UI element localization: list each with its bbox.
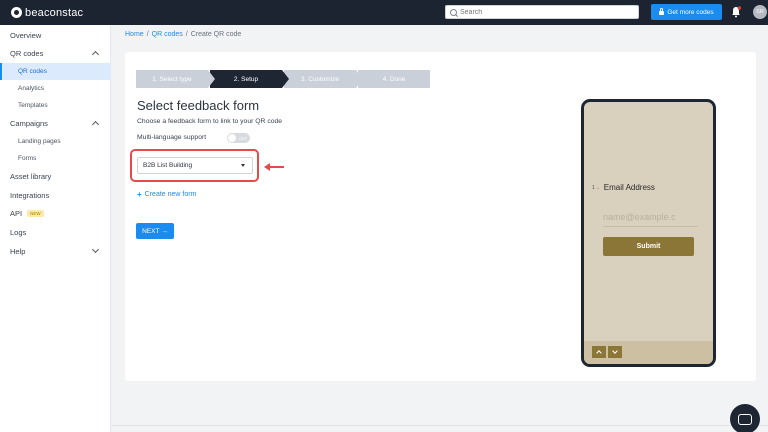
breadcrumb: Home / QR codes / Create QR code xyxy=(125,31,241,38)
next-question-button[interactable] xyxy=(608,346,622,358)
sidebar-item-label: Campaigns xyxy=(10,119,48,128)
toggle-knob xyxy=(228,134,236,142)
create-new-form-link[interactable]: + Create new form xyxy=(137,190,196,199)
top-bar: beaconstac Get more codes SR xyxy=(0,0,768,25)
chevron-down-icon xyxy=(91,245,100,254)
get-more-codes-button[interactable]: Get more codes xyxy=(651,4,722,20)
question-number: 1→ xyxy=(592,184,600,191)
sidebar-item-qr-codes[interactable]: QR codes xyxy=(0,45,111,62)
plus-icon: + xyxy=(137,190,142,199)
wizard-stepper: 1. Select type 2. Setup 3. Customize 4. … xyxy=(136,70,430,88)
sidebar-item-help[interactable]: Help xyxy=(0,243,111,260)
search-box[interactable] xyxy=(445,5,639,19)
search-icon xyxy=(450,8,457,16)
sidebar-subitem-qr-codes[interactable]: QR codes xyxy=(0,63,111,80)
step-select-type[interactable]: 1. Select type xyxy=(136,70,215,88)
breadcrumb-separator: / xyxy=(185,31,188,38)
chat-icon xyxy=(738,413,752,425)
bell-icon[interactable] xyxy=(731,6,741,18)
sidebar-item-api[interactable]: API NEW xyxy=(0,205,111,222)
brand-name: beaconstac xyxy=(25,6,84,19)
lock-icon xyxy=(659,8,665,15)
multi-language-label: Multi-language support xyxy=(137,134,207,141)
question-label: 1→ Email Address xyxy=(592,183,655,192)
page-title: Select feedback form xyxy=(137,98,260,113)
chevron-up-icon xyxy=(596,350,602,356)
new-badge: NEW xyxy=(27,210,44,217)
divider xyxy=(112,425,768,426)
sidebar-item-overview[interactable]: Overview xyxy=(0,27,111,44)
phone-preview: 1→ Email Address Submit xyxy=(581,99,716,367)
sidebar-subitem-landing-pages[interactable]: Landing pages xyxy=(0,133,111,150)
sidebar-item-campaigns[interactable]: Campaigns xyxy=(0,115,111,132)
prev-question-button[interactable] xyxy=(592,346,606,358)
next-label: NEXT xyxy=(142,227,160,235)
breadcrumb-separator: / xyxy=(146,31,149,38)
email-field[interactable] xyxy=(603,207,698,227)
toggle-state-text: OFF xyxy=(239,135,247,141)
caret-down-icon xyxy=(241,164,245,167)
get-more-codes-label: Get more codes xyxy=(667,8,714,16)
sidebar-item-asset-library[interactable]: Asset library xyxy=(0,168,111,185)
chevron-up-icon xyxy=(91,50,100,59)
create-new-form-label: Create new form xyxy=(144,191,197,198)
breadcrumb-qr-codes[interactable]: QR codes xyxy=(152,31,183,38)
sidebar: Overview QR codes QR codes Analytics Tem… xyxy=(0,25,111,432)
chevron-down-icon xyxy=(612,348,618,354)
dropdown-selected-value: B2B List Building xyxy=(143,162,193,169)
breadcrumb-home[interactable]: Home xyxy=(125,31,144,38)
sidebar-subitem-templates[interactable]: Templates xyxy=(0,97,111,114)
feedback-form-dropdown[interactable]: B2B List Building xyxy=(137,157,253,174)
step-done: 4. Done xyxy=(358,70,430,88)
page-description: Choose a feedback form to link to your Q… xyxy=(137,118,283,125)
avatar[interactable]: SR xyxy=(753,5,767,19)
beaconstac-logo-icon xyxy=(11,7,22,18)
sidebar-subitem-analytics[interactable]: Analytics xyxy=(0,80,111,97)
multi-language-toggle[interactable]: OFF xyxy=(227,133,250,143)
brand-logo[interactable]: beaconstac xyxy=(11,6,83,19)
sidebar-item-integrations[interactable]: Integrations xyxy=(0,187,111,204)
next-button[interactable]: NEXT → xyxy=(136,223,174,239)
step-setup: 2. Setup xyxy=(210,70,289,88)
chevron-up-icon xyxy=(91,120,100,129)
annotation-arrow-icon xyxy=(264,163,284,171)
chat-button[interactable] xyxy=(730,404,760,432)
step-customize: 3. Customize xyxy=(284,70,363,88)
arrow-right-icon: → xyxy=(161,227,168,235)
sidebar-item-logs[interactable]: Logs xyxy=(0,224,111,241)
sidebar-item-label: QR codes xyxy=(10,49,44,58)
sidebar-item-label: API xyxy=(10,209,23,218)
sidebar-subitem-forms[interactable]: Forms xyxy=(0,150,111,167)
search-input[interactable] xyxy=(460,8,630,16)
question-text: Email Address xyxy=(603,183,655,192)
breadcrumb-current: Create QR code xyxy=(190,31,242,38)
sidebar-item-label: Help xyxy=(10,247,26,256)
submit-button[interactable]: Submit xyxy=(603,237,694,256)
